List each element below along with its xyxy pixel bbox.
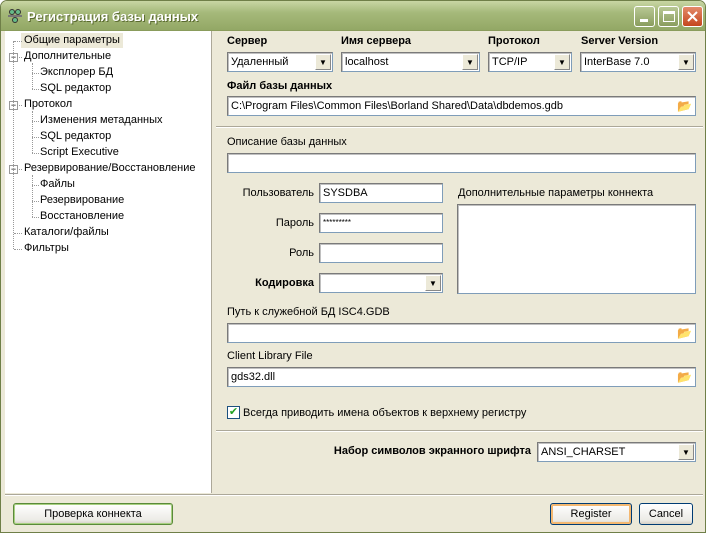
client-lib-value: gds32.dll (231, 371, 276, 383)
chevron-down-icon[interactable]: ▼ (678, 444, 694, 460)
tree-item[interactable]: Эксплорер БД (40, 65, 113, 80)
checkmark-icon: ✔ (228, 406, 239, 418)
tree-item[interactable]: Резервирование/Восстановление (24, 161, 195, 176)
minimize-icon (640, 19, 648, 22)
maximize-button[interactable] (658, 6, 679, 27)
dialog-window: Регистрация базы данных Общие параметры Д… (0, 0, 706, 533)
settings-tree[interactable]: Общие параметры Дополнительные − Эксплорер … (5, 31, 212, 493)
folder-open-icon[interactable]: 📂 (676, 98, 693, 114)
client-lib-input[interactable]: gds32.dll 📂 (227, 367, 696, 387)
tree-connector (32, 121, 39, 122)
tree-connector (14, 41, 22, 42)
tree-connector (32, 175, 33, 217)
tree-connector (13, 41, 14, 249)
client-lib-label: Client Library File (227, 350, 313, 362)
tree-connector (32, 137, 39, 138)
tree-item[interactable]: Резервирование (40, 193, 124, 208)
chevron-down-icon[interactable]: ▼ (678, 54, 694, 70)
server-name-select[interactable]: localhost ▼ (341, 52, 480, 72)
server-version-value: InterBase 7.0 (584, 56, 650, 68)
close-button[interactable] (682, 6, 703, 27)
close-icon (687, 11, 698, 22)
folder-open-icon[interactable]: 📂 (676, 369, 693, 385)
tree-connector (32, 111, 33, 153)
protocol-select[interactable]: TCP/IP ▼ (488, 52, 572, 72)
tree-connector (14, 249, 22, 250)
server-version-select[interactable]: InterBase 7.0 ▼ (580, 52, 696, 72)
font-charset-select[interactable]: ANSI_CHARSET ▼ (537, 442, 696, 462)
server-value: Удаленный (231, 56, 289, 68)
cancel-button[interactable]: Cancel (639, 503, 693, 525)
server-select[interactable]: Удаленный ▼ (227, 52, 333, 72)
font-charset-value: ANSI_CHARSET (541, 446, 626, 458)
tree-item[interactable]: Общие параметры (21, 33, 123, 48)
tree-item[interactable]: Протокол (24, 97, 72, 112)
window-title: Регистрация базы данных (27, 9, 199, 24)
server-label: Сервер (227, 35, 268, 47)
font-charset-label: Набор символов экранного шрифта (333, 445, 531, 457)
isc4-path-input[interactable]: 📂 (227, 323, 696, 343)
chevron-down-icon[interactable]: ▼ (462, 54, 478, 70)
extra-params-label: Дополнительные параметры коннекта (458, 187, 654, 199)
uppercase-checkbox[interactable]: ✔ (227, 406, 240, 419)
protocol-value: TCP/IP (492, 56, 528, 68)
db-file-label: Файл базы данных (227, 80, 333, 92)
role-label: Роль (289, 247, 314, 259)
chevron-down-icon[interactable]: ▼ (425, 275, 441, 291)
uppercase-label[interactable]: Всегда приводить имена объектов к верхне… (243, 407, 526, 419)
tree-item[interactable]: Дополнительные (24, 49, 111, 64)
tree-item[interactable]: Каталоги/файлы (24, 225, 109, 240)
tree-connector (32, 201, 39, 202)
db-file-value: C:\Program Files\Common Files\Borland Sh… (231, 100, 563, 112)
charset-select[interactable]: ▼ (319, 273, 443, 293)
tree-connector (32, 217, 39, 218)
charset-label: Кодировка (255, 277, 314, 289)
folder-open-icon[interactable]: 📂 (676, 325, 693, 341)
description-label: Описание базы данных (227, 136, 347, 148)
chevron-down-icon[interactable]: ▼ (315, 54, 331, 70)
database-icon (8, 9, 22, 23)
user-input[interactable]: SYSDBA (319, 183, 443, 203)
server-version-label: Server Version (581, 35, 659, 47)
db-file-input[interactable]: C:\Program Files\Common Files\Borland Sh… (227, 96, 696, 116)
title-bar[interactable]: Регистрация базы данных (1, 1, 705, 31)
description-input[interactable] (227, 153, 696, 173)
tree-item[interactable]: Изменения метаданных (40, 113, 163, 128)
tree-item[interactable]: Файлы (40, 177, 75, 192)
chevron-down-icon[interactable]: ▼ (554, 54, 570, 70)
divider (216, 430, 703, 432)
tree-connector (32, 153, 39, 154)
divider (216, 126, 703, 128)
minimize-button[interactable] (634, 6, 655, 27)
server-name-value: localhost (345, 56, 389, 68)
test-connection-button[interactable]: Проверка коннекта (13, 503, 173, 525)
tree-item[interactable]: SQL редактор (40, 129, 111, 144)
tree-connector (32, 89, 39, 90)
tree-connector (32, 63, 33, 89)
maximize-icon (663, 11, 675, 22)
register-button[interactable]: Register (550, 503, 632, 525)
tree-item[interactable]: Script Executive (40, 145, 119, 160)
extra-params-textarea[interactable] (457, 204, 696, 294)
isc4-path-label: Путь к служебной БД ISC4.GDB (227, 306, 390, 318)
tree-item[interactable]: Фильтры (24, 241, 69, 256)
tree-connector (14, 233, 22, 234)
protocol-label: Протокол (488, 35, 540, 47)
role-input[interactable] (319, 243, 443, 263)
tree-item[interactable]: SQL редактор (40, 81, 111, 96)
tree-connector (32, 185, 39, 186)
divider (5, 494, 703, 496)
password-label: Пароль (275, 217, 314, 229)
password-input[interactable]: ********* (319, 213, 443, 233)
tree-connector (32, 73, 39, 74)
tree-item[interactable]: Восстановление (40, 209, 124, 224)
user-label: Пользователь (242, 187, 314, 199)
server-name-label: Имя сервера (341, 35, 412, 47)
